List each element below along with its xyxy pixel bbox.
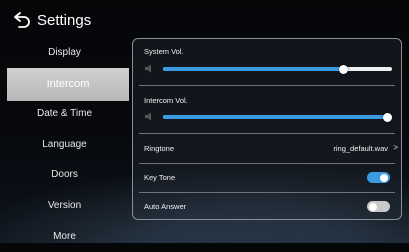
sidebar-item-version[interactable]: Version [0, 191, 129, 221]
system-volume-label: System Vol. [144, 47, 184, 56]
sidebar-item-display[interactable]: Display [0, 38, 129, 68]
system-volume-fill [163, 67, 344, 71]
sidebar-item-intercom[interactable]: Intercom [7, 68, 129, 101]
intercom-volume-slider[interactable] [163, 112, 392, 122]
ringtone-row[interactable]: Ringtone ring_default.wav > [133, 134, 401, 163]
chevron-right-icon: > [393, 143, 398, 152]
page-title: Settings [37, 12, 92, 29]
speaker-icon [145, 64, 151, 73]
sidebar-item-language[interactable]: Language [0, 130, 129, 160]
auto-answer-label: Auto Answer [144, 202, 187, 211]
system-volume-slider[interactable] [163, 64, 392, 74]
speaker-icon [145, 112, 151, 121]
settings-panel: System Vol. Intercom Vol. Ringtone ring_… [132, 38, 402, 220]
auto-answer-row: Auto Answer [133, 193, 401, 219]
toggle-knob [380, 173, 388, 182]
system-volume-thumb[interactable] [339, 64, 349, 74]
header: Settings [0, 0, 409, 40]
ringtone-value: ring_default.wav [333, 144, 388, 153]
sidebar-item-doors[interactable]: Doors [0, 160, 129, 190]
intercom-volume-row: Intercom Vol. [133, 86, 401, 128]
toggle-knob [369, 202, 377, 211]
intercom-volume-thumb[interactable] [383, 112, 392, 122]
sidebar: Display Intercom Date & Time Language Do… [0, 38, 129, 243]
key-tone-row: Key Tone [133, 164, 401, 192]
auto-answer-toggle[interactable] [367, 201, 390, 212]
key-tone-label: Key Tone [144, 173, 176, 182]
key-tone-toggle[interactable] [367, 172, 390, 183]
back-arrow-icon[interactable] [13, 11, 31, 29]
system-volume-row: System Vol. [133, 39, 401, 81]
sidebar-item-more[interactable]: More [0, 222, 129, 252]
intercom-volume-label: Intercom Vol. [144, 96, 188, 105]
intercom-volume-fill [163, 115, 392, 119]
ringtone-label: Ringtone [144, 144, 175, 153]
sidebar-item-date-time[interactable]: Date & Time [0, 99, 129, 129]
